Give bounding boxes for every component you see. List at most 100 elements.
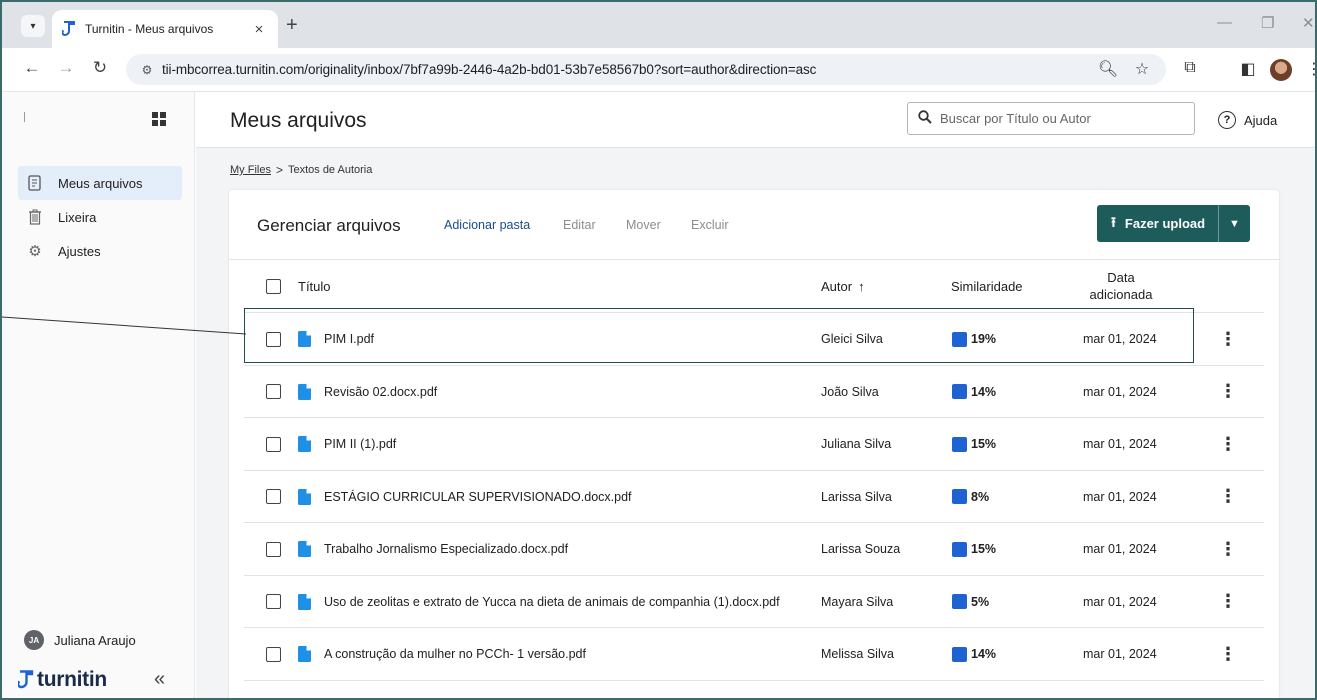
row-checkbox[interactable]	[266, 576, 281, 628]
add-folder-button[interactable]: Adicionar pasta	[444, 218, 530, 232]
sidebar-item-label: Meus arquivos	[58, 175, 143, 191]
profile-avatar[interactable]	[1270, 59, 1292, 81]
upload-label: Fazer upload	[1124, 216, 1206, 231]
author-cell: Juliana Silva	[821, 437, 892, 451]
table-row[interactable]: Uso de zeolitas e extrato de Yucca na di…	[244, 574, 1264, 628]
table-row[interactable]: PIM II (1).pdf Juliana Silva 15% mar 01, 20…	[244, 417, 1264, 469]
main-content: Meus arquivos Buscar por Título ou Autor…	[196, 92, 1315, 699]
menu-icon[interactable]: ⋮	[1302, 59, 1315, 79]
tab-close-icon[interactable]: ×	[250, 21, 268, 38]
date-cell: mar 01, 2024	[1083, 594, 1157, 609]
zoom-icon[interactable]: 🔍︎	[1096, 59, 1120, 79]
similarity-cell[interactable]: 8%	[952, 471, 989, 523]
table-row[interactable]: ESTÁGIO CURRICULAR SUPERVISIONADO.docx.p…	[244, 469, 1264, 523]
similarity-color-square	[952, 541, 967, 557]
site-settings-icon[interactable]: ⚙	[132, 63, 162, 77]
row-menu-icon[interactable]: ⋮	[1219, 523, 1237, 575]
url-field[interactable]: ⚙ tii-mbcorrea.turnitin.com/originality/…	[126, 54, 1166, 85]
sidebar-item-lixeira[interactable]: Lixeira	[18, 200, 182, 234]
reload-icon[interactable]: ↻	[88, 58, 112, 78]
similarity-cell[interactable]: 5%	[952, 576, 989, 628]
url-text: tii-mbcorrea.turnitin.com/originality/in…	[162, 62, 817, 77]
row-menu-icon[interactable]: ⋮	[1219, 471, 1237, 523]
column-date-line2: adicionada	[1089, 287, 1153, 302]
browser-tab-active[interactable]: Turnitin - Meus arquivos ×	[52, 10, 278, 48]
search-input[interactable]: Buscar por Título ou Autor	[907, 102, 1195, 135]
close-window-icon[interactable]: ✕	[1302, 14, 1315, 32]
row-menu-icon[interactable]: ⋮	[1219, 418, 1237, 470]
new-tab-button[interactable]: +	[286, 14, 298, 37]
file-title-cell[interactable]: A construção da mulher no PCCh- 1 versão…	[298, 628, 586, 680]
delete-button[interactable]: Excluir	[691, 218, 729, 232]
address-bar-row: ← → ↻ ⚙ tii-mbcorrea.turnitin.com/origin…	[2, 48, 1315, 92]
forward-icon[interactable]: →	[54, 58, 78, 78]
row-menu-icon[interactable]: ⋮	[1219, 681, 1237, 698]
column-author-label: Autor	[821, 278, 853, 294]
chevron-down-icon: ▾	[30, 20, 36, 32]
star-icon[interactable]: ☆	[1130, 59, 1154, 79]
similarity-cell[interactable]: 14%	[952, 366, 996, 418]
upload-dropdown-chevron-icon[interactable]: ▼	[1219, 218, 1250, 230]
date-cell: mar 01, 2024	[1083, 489, 1157, 504]
column-title[interactable]: Título	[298, 260, 331, 312]
table-row[interactable]: A construção da mulher no PCCh- 1 versão…	[244, 627, 1264, 679]
file-title-cell[interactable]: PIM I.pdf	[298, 313, 374, 365]
similarity-value: 5%	[971, 594, 990, 609]
sidebar-item-meus-arquivos[interactable]: Meus arquivos	[18, 166, 182, 200]
collapse-sidebar-icon[interactable]: «	[154, 668, 165, 691]
row-checkbox[interactable]	[266, 366, 281, 418]
table-row[interactable]: Trabalho Jornalismo Especializado.docx.p…	[244, 522, 1264, 574]
sidebar-icon[interactable]: ◧	[1236, 59, 1260, 79]
help-icon: ?	[1218, 111, 1236, 129]
similarity-color-square	[952, 436, 967, 452]
file-title: A construção da mulher no PCCh- 1 versão…	[324, 647, 586, 661]
file-title-cell[interactable]: Revisão 02.docx.pdf	[298, 366, 437, 418]
app-grid-icon[interactable]	[152, 112, 166, 126]
column-author[interactable]: Autor ↑	[821, 260, 865, 312]
upload-button[interactable]: ⭱ Fazer upload ▼	[1097, 205, 1250, 242]
similarity-cell[interactable]: 15%	[952, 523, 996, 575]
tab-search-button[interactable]: ▾	[21, 15, 45, 37]
extensions-icon[interactable]: ⧉	[1178, 59, 1202, 77]
row-checkbox[interactable]	[266, 523, 281, 575]
similarity-cell[interactable]: 19%	[952, 313, 996, 365]
table-row[interactable]: Revisão 02.docx.pdf João Silva 14% mar 01, …	[244, 364, 1264, 418]
file-title-cell[interactable]: TCC Mirella.docx.pdf	[298, 681, 441, 699]
file-title-cell[interactable]: PIM II (1).pdf	[298, 418, 396, 470]
help-button[interactable]: ? Ajuda	[1218, 111, 1277, 129]
row-menu-icon[interactable]: ⋮	[1219, 313, 1237, 365]
minimize-icon[interactable]: —	[1217, 14, 1232, 31]
similarity-value: 14%	[971, 384, 997, 399]
table-row[interactable]: TCC Mirella.docx.pdf Mirella Silva 37% mar …	[244, 679, 1264, 699]
row-checkbox[interactable]	[266, 471, 281, 523]
sidebar-item-ajustes[interactable]: ⚙ Ajustes	[18, 234, 182, 268]
breadcrumb-root-link[interactable]: My Files	[230, 164, 271, 176]
file-title-cell[interactable]: ESTÁGIO CURRICULAR SUPERVISIONADO.docx.p…	[298, 471, 632, 523]
file-title: ESTÁGIO CURRICULAR SUPERVISIONADO.docx.p…	[324, 489, 632, 504]
row-checkbox[interactable]	[266, 628, 281, 680]
file-title-cell[interactable]: Uso de zeolitas e extrato de Yucca na di…	[298, 576, 780, 628]
move-button[interactable]: Mover	[626, 218, 661, 232]
row-checkbox[interactable]	[266, 418, 281, 470]
back-icon[interactable]: ←	[20, 58, 44, 78]
edit-button[interactable]: Editar	[563, 218, 596, 232]
row-checkbox[interactable]	[266, 313, 281, 365]
similarity-cell[interactable]: 14%	[952, 628, 996, 680]
row-checkbox[interactable]	[266, 681, 281, 699]
column-date-added[interactable]: Data adicionada	[1079, 260, 1163, 312]
table-row[interactable]: PIM I.pdf Gleici Silva 19% mar 01, 2024 ⋮	[244, 312, 1264, 364]
column-similarity[interactable]: Similaridade	[951, 260, 1023, 312]
select-all-checkbox[interactable]	[266, 260, 281, 312]
file-title-cell[interactable]: Trabalho Jornalismo Especializado.docx.p…	[298, 523, 568, 575]
similarity-cell[interactable]: 15%	[952, 418, 996, 470]
tab-title: Turnitin - Meus arquivos	[85, 22, 214, 36]
row-menu-icon[interactable]: ⋮	[1219, 576, 1237, 628]
similarity-color-square	[952, 384, 967, 399]
similarity-value: 15%	[971, 542, 997, 556]
author-cell: Mayara Silva	[821, 594, 894, 609]
restore-icon[interactable]: ❐	[1261, 14, 1274, 32]
row-menu-icon[interactable]: ⋮	[1219, 366, 1237, 418]
similarity-cell[interactable]: 37%	[952, 681, 996, 699]
user-menu[interactable]: JA Juliana Araujo	[24, 630, 136, 650]
row-menu-icon[interactable]: ⋮	[1219, 628, 1237, 680]
